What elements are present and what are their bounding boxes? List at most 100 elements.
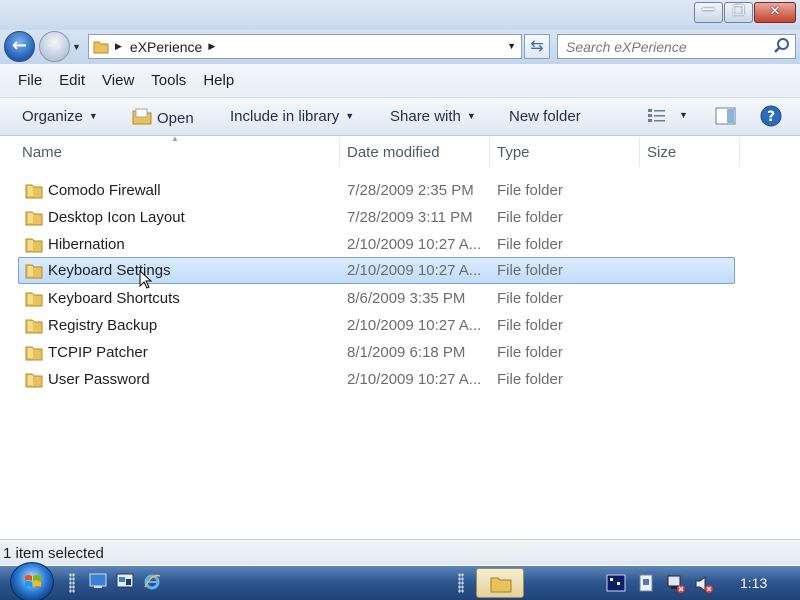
folder-icon <box>25 238 43 253</box>
list-item[interactable]: Hibernation 2/10/2009 10:27 A... File fo… <box>18 231 735 258</box>
sort-ascending-icon: ▲ <box>171 134 179 143</box>
help-icon[interactable]: ? <box>760 105 782 127</box>
column-divider[interactable] <box>739 137 740 167</box>
file-type: File folder <box>497 344 563 361</box>
menu-edit[interactable]: Edit <box>59 72 85 89</box>
forward-arrow-icon: → <box>46 35 63 56</box>
column-divider[interactable] <box>489 137 490 167</box>
list-item-selected[interactable]: Keyboard Settings 2/10/2009 10:27 A... F… <box>18 257 735 289</box>
address-row: ← → ▼ ▶ eXPerience ▶ ▼ ⇆ <box>0 30 800 64</box>
address-bar[interactable]: ▶ eXPerience ▶ ▼ <box>88 34 522 59</box>
column-date-modified[interactable]: Date modified <box>347 144 440 161</box>
view-options-dropdown[interactable]: ▼ <box>679 110 688 120</box>
clock[interactable]: 1:13 <box>740 575 767 591</box>
chevron-down-icon: ▼ <box>88 111 98 121</box>
file-name: Keyboard Shortcuts <box>48 290 180 307</box>
taskbar: 1:13 <box>0 562 800 600</box>
maximize-button[interactable]: ❐ <box>724 2 753 23</box>
file-name: TCPIP Patcher <box>48 344 148 361</box>
organize-button[interactable]: Organize ▼ <box>22 108 98 125</box>
menu-view[interactable]: View <box>102 72 134 89</box>
file-type: File folder <box>497 290 563 307</box>
recent-pages-dropdown[interactable]: ▼ <box>72 42 81 52</box>
status-bar: 1 item selected <box>0 539 800 565</box>
list-item[interactable]: Desktop Icon Layout 7/28/2009 3:11 PM Fi… <box>18 204 735 231</box>
list-item[interactable]: TCPIP Patcher 8/1/2009 6:18 PM File fold… <box>18 339 735 366</box>
menu-tools[interactable]: Tools <box>151 72 186 89</box>
breadcrumb-item[interactable]: eXPerience <box>130 39 202 55</box>
internet-explorer-icon[interactable] <box>143 573 161 591</box>
breadcrumb-separator-icon[interactable]: ▶ <box>115 41 122 52</box>
folder-icon <box>25 184 43 199</box>
column-divider[interactable] <box>339 137 340 167</box>
minimize-button[interactable]: — <box>694 2 723 23</box>
column-divider[interactable] <box>639 137 640 167</box>
search-icon[interactable] <box>773 37 791 55</box>
show-desktop-icon[interactable] <box>89 573 107 589</box>
file-date: 2/10/2009 10:27 A... <box>347 317 482 334</box>
file-date: 7/28/2009 3:11 PM <box>347 209 473 226</box>
forward-button[interactable]: → <box>39 31 70 62</box>
include-in-library-label: Include in library <box>230 108 340 125</box>
chevron-down-icon: ▼ <box>345 111 355 121</box>
folder-icon <box>25 346 43 361</box>
tray-app-icon[interactable] <box>606 574 626 592</box>
column-type[interactable]: Type <box>497 144 530 161</box>
switch-windows-icon[interactable] <box>116 573 134 589</box>
file-name: Desktop Icon Layout <box>48 209 185 226</box>
file-type: File folder <box>497 317 563 334</box>
file-name: Registry Backup <box>48 317 158 334</box>
preview-pane-icon[interactable] <box>715 107 736 125</box>
folder-icon <box>490 577 512 593</box>
start-button[interactable] <box>10 562 54 600</box>
file-type: File folder <box>497 236 563 253</box>
network-disconnected-icon[interactable] <box>666 574 686 594</box>
change-view-icon[interactable] <box>647 107 667 125</box>
open-label: Open <box>157 110 194 127</box>
status-text: 1 item selected <box>3 545 104 562</box>
menu-file[interactable]: File <box>18 72 42 89</box>
taskbar-explorer-button[interactable] <box>476 568 524 598</box>
file-name: Hibernation <box>48 236 125 253</box>
maximize-icon: ❐ <box>732 4 745 19</box>
menu-help[interactable]: Help <box>203 72 234 89</box>
folder-icon <box>25 319 43 334</box>
refresh-button[interactable]: ⇆ <box>524 34 550 59</box>
volume-muted-icon[interactable] <box>694 574 714 594</box>
file-date: 2/10/2009 10:27 A... <box>347 262 482 279</box>
column-name[interactable]: Name <box>22 144 62 161</box>
organize-label: Organize <box>22 108 83 125</box>
caption-buttons: — ❐ ✕ <box>693 2 796 23</box>
minimize-icon: — <box>702 2 715 17</box>
file-date: 8/6/2009 3:35 PM <box>347 290 466 307</box>
back-button[interactable]: ← <box>4 31 35 62</box>
toolbar-grip[interactable] <box>69 573 75 593</box>
back-arrow-icon: ← <box>11 35 28 56</box>
windows-logo-icon <box>25 575 41 587</box>
new-folder-button[interactable]: New folder <box>509 108 581 125</box>
column-header-row: ▲ Name Date modified Type Size <box>0 134 800 169</box>
file-date: 7/28/2009 2:35 PM <box>347 182 474 199</box>
toolbar-grip[interactable] <box>458 573 464 593</box>
close-icon: ✕ <box>769 4 781 19</box>
address-history-dropdown[interactable]: ▼ <box>507 41 516 51</box>
search-input[interactable] <box>558 35 758 58</box>
close-button[interactable]: ✕ <box>754 2 796 23</box>
open-folder-icon <box>132 108 152 125</box>
open-button[interactable]: Open <box>132 108 194 127</box>
breadcrumb-separator-icon[interactable]: ▶ <box>208 41 215 52</box>
file-type: File folder <box>497 209 563 226</box>
svg-text:?: ? <box>767 109 775 125</box>
list-item[interactable]: Comodo Firewall 7/28/2009 2:35 PM File f… <box>18 177 735 204</box>
search-box[interactable] <box>557 34 796 59</box>
list-item[interactable]: User Password 2/10/2009 10:27 A... File … <box>18 366 735 393</box>
list-item[interactable]: Keyboard Shortcuts 8/6/2009 3:35 PM File… <box>18 285 735 312</box>
tray-document-icon[interactable] <box>638 574 654 592</box>
list-item[interactable]: Registry Backup 2/10/2009 10:27 A... Fil… <box>18 312 735 339</box>
column-size[interactable]: Size <box>647 144 676 161</box>
folder-icon <box>25 264 43 279</box>
share-with-button[interactable]: Share with ▼ <box>390 108 476 125</box>
folder-icon <box>25 373 43 388</box>
folder-icon <box>93 41 109 53</box>
include-in-library-button[interactable]: Include in library ▼ <box>230 108 354 125</box>
